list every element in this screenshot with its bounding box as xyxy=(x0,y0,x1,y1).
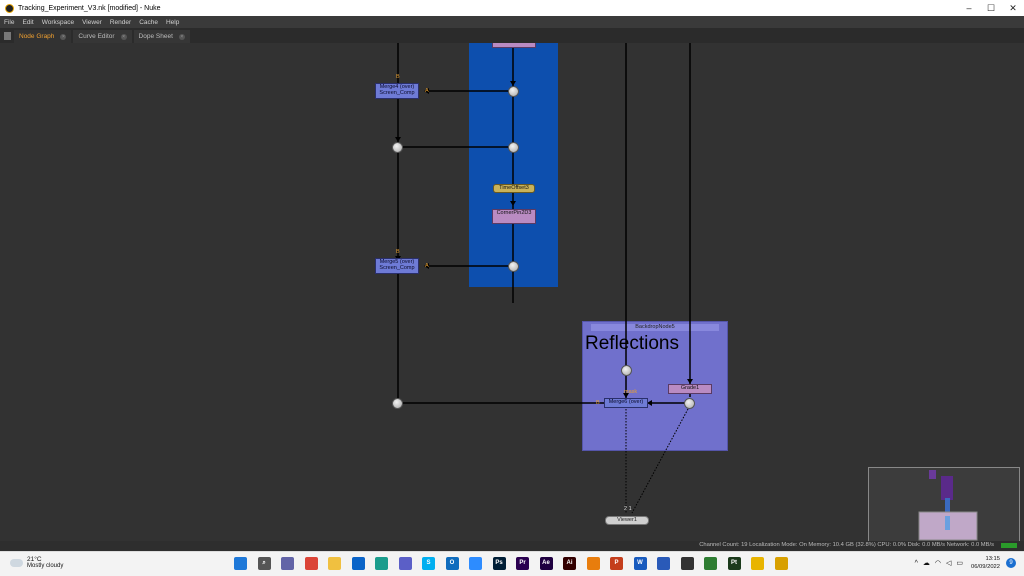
taskbar-premiere-icon[interactable]: Pr xyxy=(516,557,529,570)
close-button[interactable]: ✕ xyxy=(1002,3,1024,14)
node-grade1[interactable]: Grade1 xyxy=(668,384,712,394)
weather-widget[interactable]: 21°C Mostly cloudy xyxy=(8,556,64,570)
taskbar-nuke-1-icon[interactable] xyxy=(751,557,764,570)
taskbar-search-icon[interactable]: ⌕ xyxy=(257,557,271,570)
battery-icon[interactable]: ▭ xyxy=(956,559,963,567)
pin-label-a: A xyxy=(425,88,429,94)
tab-node-graph[interactable]: Node Graph × xyxy=(14,30,72,43)
taskbar-word-icon[interactable]: W xyxy=(633,557,647,570)
taskbar-painter-icon[interactable]: Pt xyxy=(727,557,741,570)
taskbar-start-icon[interactable] xyxy=(234,557,247,570)
status-bar: Channel Count: 19 Localization Mode: On … xyxy=(0,541,1024,551)
tab-label: Curve Editor xyxy=(78,33,115,40)
weather-temp: 21°C xyxy=(27,556,42,563)
nuke-app-icon xyxy=(5,3,14,13)
node-merge5[interactable]: Merge5 (over) Screen_Comp xyxy=(375,258,419,274)
menu-workspace[interactable]: Workspace xyxy=(38,19,78,26)
node-viewer1[interactable]: Viewer1 xyxy=(605,516,649,525)
viewer-input-labels: 2 1 xyxy=(624,506,632,512)
wifi-icon[interactable]: ◠ xyxy=(935,559,941,567)
weather-desc: Mostly cloudy xyxy=(27,563,64,569)
menu-render[interactable]: Render xyxy=(106,19,135,26)
clock-date: 06/09/2022 xyxy=(970,564,1000,570)
dot-node[interactable] xyxy=(392,142,403,153)
taskbar-teams-chat-icon[interactable] xyxy=(281,557,294,570)
taskbar-edge-icon[interactable] xyxy=(375,557,388,570)
dot-node[interactable] xyxy=(621,365,632,376)
taskbar-teams-icon[interactable] xyxy=(398,557,412,570)
taskbar-illustrator-icon[interactable]: Ai xyxy=(563,557,576,570)
taskbar-files-icon[interactable] xyxy=(328,557,341,570)
system-tray: ^ ☁ ◠ ◁ ▭ 13:15 06/09/2022 9 xyxy=(910,555,1016,571)
minimize-button[interactable]: – xyxy=(958,3,980,13)
taskbar-powerpoint-icon[interactable]: P xyxy=(610,557,623,570)
close-tab-icon[interactable]: × xyxy=(178,33,185,40)
pin-label-b: B xyxy=(396,74,400,80)
status-text: Channel Count: 19 Localization Mode: On … xyxy=(699,542,994,548)
tab-bar: Node Graph × Curve Editor × Dope Sheet × xyxy=(0,28,1024,43)
taskbar-app-blue-icon[interactable] xyxy=(657,557,670,570)
dot-node[interactable] xyxy=(508,261,519,272)
menu-viewer[interactable]: Viewer xyxy=(78,19,106,26)
close-tab-icon[interactable]: × xyxy=(60,33,67,40)
close-tab-icon[interactable]: × xyxy=(120,33,127,40)
dot-node[interactable] xyxy=(392,398,403,409)
chevron-up-icon[interactable]: ^ xyxy=(915,560,918,567)
notification-badge[interactable]: 9 xyxy=(1006,558,1016,568)
pin-label-b: B xyxy=(396,249,400,255)
taskbar-chrome-icon[interactable] xyxy=(304,557,318,570)
node-cornerpin-top[interactable] xyxy=(492,43,536,48)
title-bar: Tracking_Experiment_V3.nk [modified] - N… xyxy=(0,0,1024,16)
clock[interactable]: 13:15 06/09/2022 xyxy=(971,555,1000,571)
clock-time: 13:15 xyxy=(985,556,1000,562)
tab-label: Node Graph xyxy=(19,33,55,40)
minimap-preview xyxy=(918,470,978,541)
volume-icon[interactable]: ◁ xyxy=(946,559,951,567)
taskbar-app-green-icon[interactable] xyxy=(704,557,717,570)
menu-file[interactable]: File xyxy=(0,19,18,26)
taskbar-skype-icon[interactable]: S xyxy=(422,557,435,570)
taskbar-nuke-2-icon[interactable] xyxy=(774,557,788,570)
node-cornerpin2d3[interactable]: CornerPin2D3 xyxy=(492,209,536,224)
graph-minimap[interactable] xyxy=(868,467,1020,551)
taskbar-photoshop-icon[interactable]: Ps xyxy=(492,557,506,570)
memory-indicator xyxy=(1001,543,1017,548)
menu-cache[interactable]: Cache xyxy=(135,19,162,26)
node-merge-reflections[interactable]: Merge6 (over) xyxy=(604,398,648,408)
tab-curve-editor[interactable]: Curve Editor × xyxy=(73,30,132,43)
tab-dope-sheet[interactable]: Dope Sheet × xyxy=(133,30,190,43)
menu-bar: File Edit Workspace Viewer Render Cache … xyxy=(0,16,1024,28)
taskbar-blender-icon[interactable] xyxy=(586,557,600,570)
taskbar-after-effects-icon[interactable]: Ae xyxy=(539,557,553,570)
menu-help[interactable]: Help xyxy=(162,19,183,26)
window-title: Tracking_Experiment_V3.nk [modified] - N… xyxy=(18,4,161,12)
cloud-sun-icon xyxy=(8,556,23,567)
taskbar-outlook-icon[interactable]: O xyxy=(445,557,459,570)
menu-edit[interactable]: Edit xyxy=(18,19,37,26)
taskbar-mail-icon[interactable] xyxy=(351,557,365,570)
node-merge4[interactable]: Merge4 (over) Screen_Comp xyxy=(375,83,419,99)
dot-node[interactable] xyxy=(508,86,519,97)
pin-label-b: B xyxy=(596,400,600,406)
node-graph-canvas[interactable]: BackdropNode5 Reflections Merge4 (over) … xyxy=(0,43,1024,551)
maximize-button[interactable]: ☐ xyxy=(980,3,1002,14)
onedrive-icon[interactable]: ☁ xyxy=(923,559,930,567)
node-timeoffset3[interactable]: TimeOffset3 xyxy=(493,184,535,193)
taskbar-app-ps-icon[interactable] xyxy=(680,557,694,570)
taskbar-apps: ⌕ S O Ps Pr Ae Ai P W Pt xyxy=(234,557,798,570)
windows-taskbar: 21°C Mostly cloudy ⌕ S O Ps Pr Ae Ai P W Pt ^ ☁ ◠… xyxy=(0,551,1024,576)
pin-label-mask: mask xyxy=(624,389,638,395)
dot-node[interactable] xyxy=(508,142,519,153)
dot-node[interactable] xyxy=(684,398,695,409)
taskbar-zoom-icon[interactable] xyxy=(469,557,482,570)
panel-grip-icon[interactable] xyxy=(4,32,11,40)
pin-label-a: A xyxy=(425,263,429,269)
tab-label: Dope Sheet xyxy=(138,33,173,40)
